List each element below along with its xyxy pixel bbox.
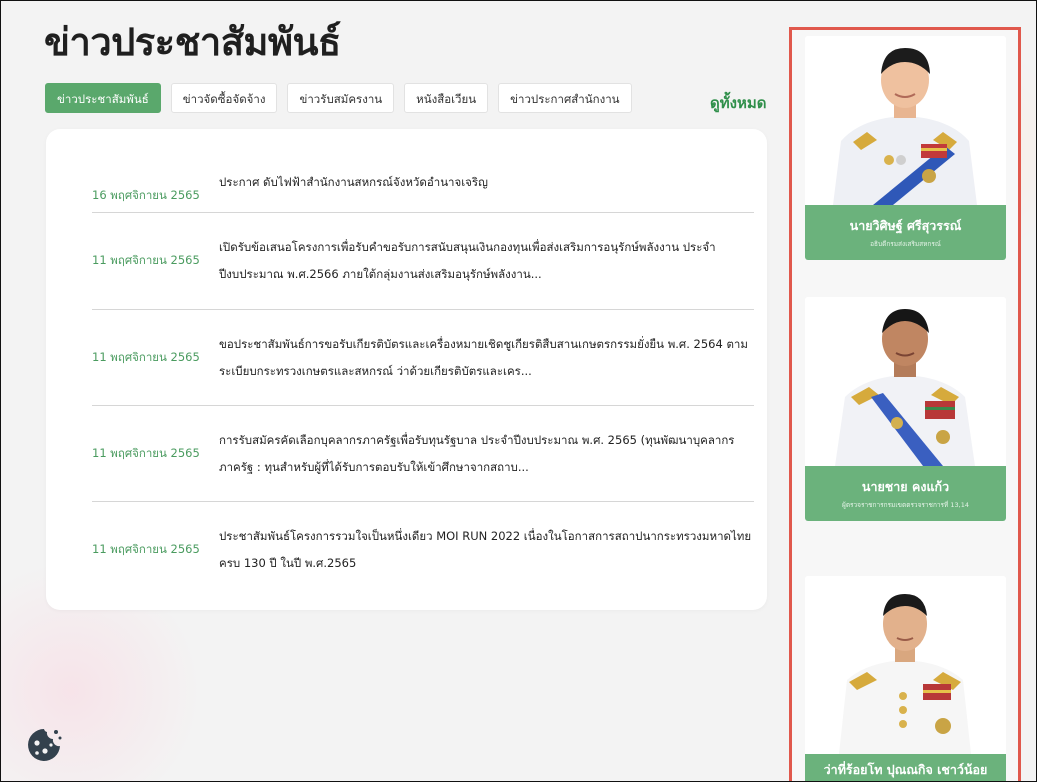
executive-name-bar: นายชาย คงแก้ว ผู้ตรวจราชการกรมเขตตรวจราช…: [805, 466, 1006, 521]
executive-name-bar: นายวิศิษฐ์ ศรีสุวรรณ์ อธิบดีกรมส่งเสริมส…: [805, 205, 1006, 260]
news-item[interactable]: 11 พฤศจิกายน 2565 ขอประชาสัมพันธ์การขอรั…: [92, 310, 754, 406]
news-date: 11 พฤศจิกายน 2565: [92, 446, 200, 460]
executive-position: ผู้ตรวจราชการกรมเขตตรวจราชการที่ 13,14: [842, 501, 969, 509]
cookie-settings-button[interactable]: [25, 726, 63, 764]
news-date: 11 พฤศจิกายน 2565: [92, 350, 200, 364]
executive-position: อธิบดีกรมส่งเสริมสหกรณ์: [870, 240, 941, 248]
news-item[interactable]: 11 พฤศจิกายน 2565 เปิดรับข้อเสนอโครงการเ…: [92, 213, 754, 309]
executive-portrait: [805, 36, 1006, 205]
executive-card[interactable]: นายชาย คงแก้ว ผู้ตรวจราชการกรมเขตตรวจราช…: [805, 297, 1006, 521]
page-title: ข่าวประชาสัมพันธ์: [44, 20, 341, 64]
news-title[interactable]: ประกาศ ดับไฟฟ้าสำนักงานสหกรณ์จังหวัดอำนา…: [219, 169, 754, 202]
news-item[interactable]: 11 พฤศจิกายน 2565 การรับสมัครคัดเลือกบุค…: [92, 406, 754, 502]
tab-office-announcements[interactable]: ข่าวประกาศสำนักงาน: [498, 83, 632, 113]
news-date: 11 พฤศจิกายน 2565: [92, 542, 200, 556]
executive-card[interactable]: นายวิศิษฐ์ ศรีสุวรรณ์ อธิบดีกรมส่งเสริมส…: [805, 36, 1006, 260]
news-item[interactable]: 11 พฤศจิกายน 2565 ประชาสัมพันธ์โครงการรว…: [92, 502, 754, 598]
news-tabs: ข่าวประชาสัมพันธ์ ข่าวจัดซื้อจัดจ้าง ข่า…: [45, 83, 632, 113]
executive-portrait: [805, 576, 1006, 754]
news-title[interactable]: ประชาสัมพันธ์โครงการรวมใจเป็นหนึ่งเดียว …: [219, 523, 754, 577]
tab-public-relations[interactable]: ข่าวประชาสัมพันธ์: [45, 83, 161, 113]
executive-name-bar: ว่าที่ร้อยโท ปุณณกิจ เชาว์น้อย: [805, 754, 1006, 781]
executive-photo: [833, 48, 977, 205]
tab-job-openings[interactable]: ข่าวรับสมัครงาน: [287, 83, 395, 113]
news-title[interactable]: ขอประชาสัมพันธ์การขอรับเกียรติบัตรและเคร…: [219, 331, 754, 385]
news-list-card: 16 พฤศจิกายน 2565 ประกาศ ดับไฟฟ้าสำนักงา…: [46, 129, 767, 610]
tab-circulars[interactable]: หนังสือเวียน: [404, 83, 489, 113]
executive-photo: [835, 309, 975, 466]
executive-name: นายวิศิษฐ์ ศรีสุวรรณ์: [849, 218, 962, 233]
news-title[interactable]: การรับสมัครคัดเลือกบุคลากรภาครัฐเพื่อรับ…: [219, 427, 754, 481]
news-date: 11 พฤศจิกายน 2565: [92, 253, 200, 267]
see-all-link[interactable]: ดูทั้งหมด: [710, 91, 766, 115]
news-date: 16 พฤศจิกายน 2565: [92, 188, 200, 202]
cookie-icon: [28, 729, 62, 761]
executive-portrait: [805, 297, 1006, 466]
executive-name: นายชาย คงแก้ว: [861, 479, 950, 494]
tab-procurement[interactable]: ข่าวจัดซื้อจัดจ้าง: [170, 83, 278, 113]
executive-card[interactable]: ว่าที่ร้อยโท ปุณณกิจ เชาว์น้อย: [805, 576, 1006, 781]
executive-photo: [839, 594, 971, 754]
executives-sidebar: นายวิศิษฐ์ ศรีสุวรรณ์ อธิบดีกรมส่งเสริมส…: [789, 27, 1021, 781]
page-frame: ข่าวประชาสัมพันธ์ ข่าวประชาสัมพันธ์ ข่าว…: [0, 0, 1037, 782]
news-title[interactable]: เปิดรับข้อเสนอโครงการเพื่อรับคำขอรับการส…: [219, 234, 754, 288]
executive-name: ว่าที่ร้อยโท ปุณณกิจ เชาว์น้อย: [823, 762, 988, 777]
